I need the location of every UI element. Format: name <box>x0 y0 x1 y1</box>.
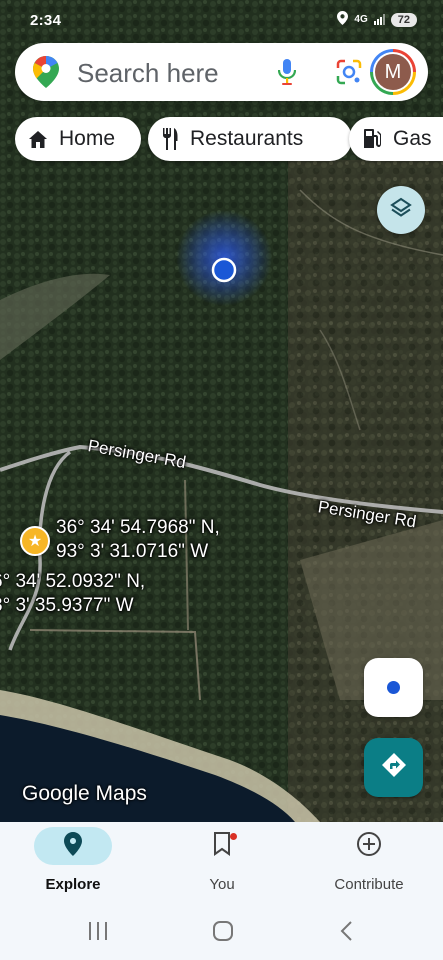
tab-icon-container <box>183 827 261 865</box>
chip-label: Restaurants <box>190 127 304 150</box>
avatar-initial: M <box>373 52 413 92</box>
system-navigation-bar <box>0 908 443 960</box>
chip-home[interactable]: Home <box>15 117 141 161</box>
tab-label: You <box>209 876 235 893</box>
directions-icon <box>381 752 407 783</box>
layers-button[interactable] <box>377 186 425 234</box>
tab-contribute[interactable]: Contribute <box>318 822 420 908</box>
latitude-text: 36° 34' 54.7968" N, <box>56 517 220 538</box>
google-maps-watermark: Google Maps <box>22 782 147 805</box>
status-bar: 2:34 4G 72 <box>0 0 443 42</box>
notification-dot <box>230 833 237 840</box>
coordinate-label[interactable]: 6° 34' 52.0932" N, 3° 3' 35.9377" W <box>0 570 145 618</box>
tab-you[interactable]: You <box>172 822 272 908</box>
tab-label: Explore <box>45 876 101 893</box>
explore-pin-icon <box>64 831 82 861</box>
longitude-text: 3° 3' 35.9377" W <box>0 595 134 616</box>
network-type: 4G <box>354 14 368 25</box>
star-icon: ★ <box>27 533 43 550</box>
my-location-icon <box>387 681 400 694</box>
chip-gas[interactable]: Gas <box>349 117 443 161</box>
gas-station-icon <box>363 129 381 149</box>
home-icon <box>29 130 47 148</box>
latitude-text: 6° 34' 52.0932" N, <box>0 571 146 592</box>
battery-level: 72 <box>390 12 417 27</box>
layers-icon <box>389 196 413 225</box>
chip-restaurants[interactable]: Restaurants <box>148 117 352 161</box>
bookmark-icon <box>213 831 231 861</box>
add-circle-icon <box>356 831 382 862</box>
avatar[interactable]: M <box>370 49 416 95</box>
bottom-navigation: Explore You Contribute <box>0 822 443 908</box>
home-icon[interactable] <box>211 920 235 947</box>
current-location-dot <box>211 257 237 283</box>
search-input[interactable]: Search here <box>77 58 219 89</box>
status-icons: 4G 72 <box>337 11 417 28</box>
chip-label: Gas <box>393 127 432 150</box>
search-bar[interactable]: Search here M <box>15 43 428 101</box>
my-location-button[interactable] <box>364 658 423 717</box>
tab-icon-container <box>330 827 408 865</box>
tab-label: Contribute <box>334 876 404 893</box>
mic-icon[interactable] <box>277 59 297 90</box>
google-lens-icon[interactable] <box>336 59 362 90</box>
location-status-icon <box>337 11 349 28</box>
restaurant-icon <box>162 128 178 150</box>
tab-explore[interactable]: Explore <box>20 822 126 908</box>
longitude-text: 93° 3' 31.0716" W <box>56 541 209 562</box>
status-time: 2:34 <box>30 12 62 29</box>
google-maps-pin-icon <box>33 56 59 93</box>
starred-place-marker[interactable]: ★ <box>20 526 50 556</box>
chip-label: Home <box>59 127 116 150</box>
back-icon[interactable] <box>338 920 356 947</box>
recents-icon[interactable] <box>86 920 110 947</box>
signal-icon <box>373 14 385 25</box>
directions-button[interactable] <box>364 738 423 797</box>
tab-icon-container <box>34 827 112 865</box>
category-chips: Home Restaurants Gas <box>15 117 443 161</box>
coordinate-label[interactable]: 36° 34' 54.7968" N, 93° 3' 31.0716" W <box>56 516 220 564</box>
